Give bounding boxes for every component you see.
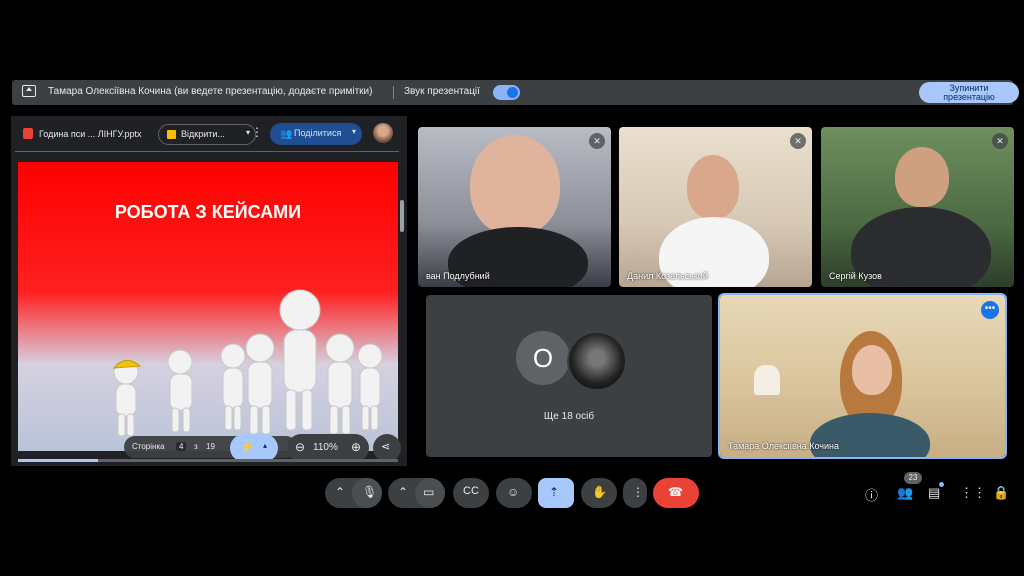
chevron-down-icon[interactable]: ▾ <box>352 127 356 136</box>
participant-name: Тамара Олексіївна Кочина <box>728 441 839 451</box>
participant-name: ван Подлубний <box>426 271 490 281</box>
presentation-sound-label: Звук презентації <box>404 86 480 97</box>
of-label: з <box>194 442 198 451</box>
laser-pointer-icon: ⚡ <box>240 440 255 454</box>
more-options-icon[interactable]: ••• <box>981 301 999 319</box>
participant-video <box>687 155 739 219</box>
share-button[interactable]: 👥 Поділитися ▾ <box>270 123 362 145</box>
slides-icon <box>167 130 176 139</box>
mic-off-icon: ✕ <box>589 133 605 149</box>
total-pages: 19 <box>206 442 215 451</box>
apps-grid-icon[interactable]: ⋮⋮ <box>960 485 986 501</box>
participant-name: Сергій Кузов <box>829 271 882 281</box>
microphone-button[interactable]: 🎙 <box>352 478 382 508</box>
pptx-file-icon <box>23 128 33 139</box>
avatar[interactable] <box>373 123 393 143</box>
hand-icon: ✋ <box>592 485 607 499</box>
emoji-icon: ☺ <box>507 485 520 499</box>
slide-progress-bar <box>18 459 398 462</box>
chat-notification-dot <box>939 482 944 487</box>
present-button[interactable]: ⇡ <box>538 478 574 508</box>
more-vert-icon: ⋮ <box>632 485 644 499</box>
people-icon: 👥 <box>280 129 293 140</box>
mic-off-icon: ✕ <box>790 133 806 149</box>
captions-button[interactable]: CC <box>453 478 489 508</box>
slide-scrollbar[interactable] <box>400 200 404 232</box>
chevron-up-icon[interactable]: ▴ <box>263 441 267 450</box>
divider <box>393 86 394 99</box>
lamp <box>754 365 780 395</box>
open-button-label: Відкрити... <box>181 129 225 139</box>
share-button-label: Поділитися <box>294 128 342 138</box>
participant-video <box>895 147 949 207</box>
more-people-label: Ще 18 осіб <box>543 411 595 422</box>
open-in-slides-button[interactable]: Відкрити... ▾ <box>158 124 256 145</box>
people-figures-illustration <box>112 289 383 437</box>
call-end-icon: ☎ <box>668 485 683 499</box>
slide-title: РОБОТА З КЕЙСАМИ <box>114 202 302 222</box>
participant-count-badge: 23 <box>904 472 922 484</box>
present-screen-icon <box>22 85 36 97</box>
zoom-out-icon[interactable]: ⊖ <box>295 440 305 454</box>
microphone-control: ⌃ 🎙 <box>325 478 382 508</box>
chevron-up-icon[interactable]: ⌃ <box>398 485 408 499</box>
divider <box>15 151 399 152</box>
avatar <box>567 331 627 391</box>
camera-control: ⌃ ▭ <box>388 478 445 508</box>
slides-panel: Година пси ... ЛІНГУ.pptx Відкрити... ▾ … <box>11 116 407 466</box>
slide-canvas: РОБОТА З КЕЙСАМИ <box>18 162 398 451</box>
reactions-button[interactable]: ☺ <box>496 478 532 508</box>
presenting-status-text: Тамара Олексіївна Кочина (ви ведете през… <box>48 86 373 97</box>
mic-off-icon: ✕ <box>992 133 1008 149</box>
raise-hand-button[interactable]: ✋ <box>581 478 617 508</box>
participant-tile[interactable]: ✕ Данил Козельський <box>619 127 812 287</box>
present-to-all-icon: ⇡ <box>549 485 560 499</box>
host-controls-icon[interactable]: 🔒 <box>993 485 1009 501</box>
participant-tile[interactable]: ✕ ван Подлубний <box>418 127 611 287</box>
others-tile[interactable]: О Ще 18 осіб <box>426 295 712 457</box>
leave-call-button[interactable]: ☎ <box>653 478 699 508</box>
presentation-banner: Тамара Олексіївна Кочина (ви ведете през… <box>12 80 1019 105</box>
zoom-in-icon[interactable]: ⊕ <box>351 440 361 454</box>
zoom-level: 110% <box>313 442 338 453</box>
stop-presenting-button[interactable]: Зупинити презентацію <box>919 82 1019 103</box>
microphone-icon: 🎙 <box>362 485 378 499</box>
info-icon[interactable]: ⓘ <box>865 485 878 504</box>
more-options-button[interactable]: ⋮ <box>623 478 647 508</box>
people-icon[interactable]: 👥 <box>897 485 913 501</box>
participant-video <box>852 345 892 395</box>
participant-tile[interactable]: ✕ Сергій Кузов <box>821 127 1014 287</box>
participant-name: Данил Козельський <box>627 271 708 281</box>
current-page-input[interactable]: 4 <box>176 442 187 451</box>
toggle-knob <box>507 87 518 98</box>
videocam-icon: ▭ <box>423 485 435 499</box>
stop-presenting-label: Зупинити презентацію <box>943 82 995 102</box>
share-icon[interactable]: ⋖ <box>373 434 401 462</box>
closed-captions-icon: CC <box>463 485 479 497</box>
presentation-file-name: Година пси ... ЛІНГУ.pptx <box>39 129 142 139</box>
laser-pointer-button[interactable]: ⚡ ▴ <box>230 434 278 462</box>
others-initial-avatar: О <box>516 331 570 385</box>
chat-icon[interactable]: ▤ <box>928 485 940 501</box>
page-label: Сторінка <box>132 442 165 451</box>
presenter-tile[interactable]: ••• Тамара Олексіївна Кочина <box>720 295 1005 457</box>
chevron-down-icon[interactable]: ▾ <box>246 128 250 137</box>
chevron-up-icon[interactable]: ⌃ <box>335 485 345 499</box>
share-glyph: ⋖ <box>381 441 391 453</box>
zoom-controls: ⊖ 110% ⊕ <box>287 434 369 462</box>
presentation-sound-toggle[interactable] <box>493 85 520 100</box>
more-vert-icon[interactable]: ⋮ <box>251 125 263 139</box>
camera-button[interactable]: ▭ <box>415 478 445 508</box>
progress-fill <box>18 459 98 462</box>
participant-video <box>470 135 560 235</box>
